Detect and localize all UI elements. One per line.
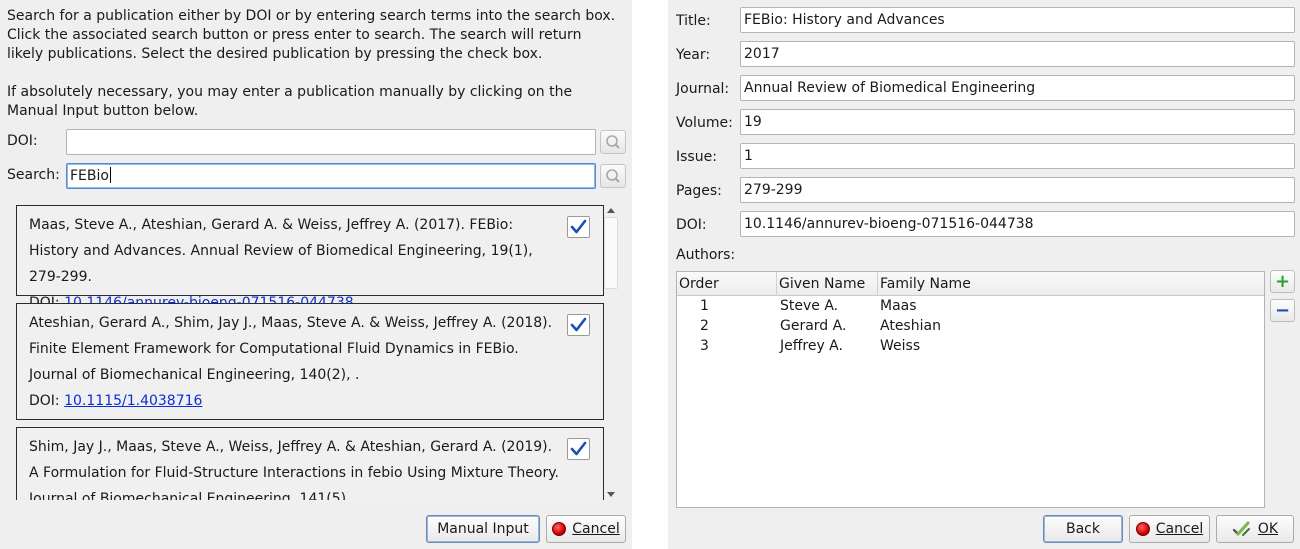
search-input-text: FEBio xyxy=(70,168,109,184)
remove-author-button[interactable]: − xyxy=(1270,299,1295,322)
magnifier-icon xyxy=(606,135,620,149)
search-label: Search: xyxy=(7,167,60,183)
results-scrollbar[interactable] xyxy=(604,205,618,500)
doi-search-button[interactable] xyxy=(600,130,626,154)
green-check-icon xyxy=(1232,521,1250,536)
plus-icon: + xyxy=(1274,270,1291,292)
manual-input-note: If absolutely necessary, you may enter a… xyxy=(7,84,573,119)
author-row[interactable]: 1 Steve A. Maas xyxy=(677,296,1264,316)
result-citation: Ateshian, Gerard A., Shim, Jay J., Maas,… xyxy=(29,315,553,383)
checkmark-icon xyxy=(570,219,587,234)
detail-cancel-button[interactable]: Cancel xyxy=(1129,515,1210,543)
scroll-down-arrow-icon[interactable] xyxy=(607,492,615,497)
issue-field[interactable]: 1 xyxy=(740,143,1295,169)
issue-label: Issue: xyxy=(676,149,717,165)
title-label: Title: xyxy=(676,13,711,29)
scrollbar-thumb[interactable] xyxy=(604,217,618,289)
authors-label: Authors: xyxy=(676,247,736,263)
result-citation: Maas, Steve A., Ateshian, Gerard A. & We… xyxy=(29,217,533,285)
author-given-name: Gerard A. xyxy=(780,318,847,334)
author-family-name: Maas xyxy=(880,298,917,314)
pages-label: Pages: xyxy=(676,183,722,199)
column-header-family-name[interactable]: Family Name xyxy=(878,272,1264,296)
result-doi-line: DOI: 10.1115/1.4038716 xyxy=(29,388,563,414)
result-card: Ateshian, Gerard A., Shim, Jay J., Maas,… xyxy=(16,303,604,420)
result-doi-link[interactable]: 10.1115/1.4038716 xyxy=(64,393,202,409)
search-cancel-button[interactable]: Cancel xyxy=(546,515,626,543)
pages-field[interactable]: 279-299 xyxy=(740,177,1295,203)
journal-label: Journal: xyxy=(676,81,730,97)
minus-icon: − xyxy=(1274,299,1291,321)
search-panel: Search for a publication either by DOI o… xyxy=(0,0,632,549)
authors-table-header: Order Given Name Family Name xyxy=(677,272,1264,296)
scroll-up-arrow-icon[interactable] xyxy=(607,208,615,213)
author-order: 2 xyxy=(700,318,709,334)
search-results-list[interactable]: Maas, Steve A., Ateshian, Gerard A. & We… xyxy=(7,204,619,500)
ok-button[interactable]: OK xyxy=(1216,515,1294,543)
search-input[interactable]: FEBio xyxy=(66,163,596,189)
text-search-button[interactable] xyxy=(600,164,626,188)
cancel-record-icon xyxy=(552,522,567,536)
search-cancel-button-label: Cancel xyxy=(572,521,620,537)
checkmark-icon xyxy=(570,441,587,456)
year-field[interactable]: 2017 xyxy=(740,41,1295,67)
column-header-given-name[interactable]: Given Name xyxy=(777,272,878,296)
doi-detail-label: DOI: xyxy=(676,217,707,233)
search-instructions: Search for a publication either by DOI o… xyxy=(7,8,616,62)
doi-input[interactable] xyxy=(66,129,596,155)
authors-table[interactable]: Order Given Name Family Name 1 Steve A. … xyxy=(676,271,1265,508)
result-doi-prefix: DOI: xyxy=(29,393,65,409)
author-row[interactable]: 3 Jeffrey A. Weiss xyxy=(677,336,1264,356)
result-card: Shim, Jay J., Maas, Steve A., Weiss, Jef… xyxy=(16,427,604,500)
back-button-label: Back xyxy=(1066,521,1100,537)
manual-input-button-label: Manual Input xyxy=(437,521,529,537)
magnifier-icon xyxy=(606,169,620,183)
result-select-checkbox[interactable] xyxy=(567,314,590,336)
author-order: 1 xyxy=(700,298,709,314)
journal-field[interactable]: Annual Review of Biomedical Engineering xyxy=(740,75,1295,101)
author-family-name: Weiss xyxy=(880,338,921,354)
ok-button-label: OK xyxy=(1257,521,1279,537)
manual-input-button[interactable]: Manual Input xyxy=(426,515,540,543)
volume-field[interactable]: 19 xyxy=(740,109,1295,135)
back-button[interactable]: Back xyxy=(1043,515,1123,543)
author-family-name: Ateshian xyxy=(880,318,941,334)
detail-cancel-button-label: Cancel xyxy=(1155,521,1204,537)
author-given-name: Steve A. xyxy=(780,298,839,314)
result-select-checkbox[interactable] xyxy=(567,438,590,460)
result-card: Maas, Steve A., Ateshian, Gerard A. & We… xyxy=(16,205,604,311)
text-caret xyxy=(109,167,111,183)
author-order: 3 xyxy=(700,338,709,354)
volume-label: Volume: xyxy=(676,115,733,131)
result-select-checkbox[interactable] xyxy=(567,216,590,238)
result-citation: Shim, Jay J., Maas, Steve A., Weiss, Jef… xyxy=(29,439,559,500)
checkmark-icon xyxy=(570,317,587,332)
year-label: Year: xyxy=(676,47,711,63)
title-field[interactable]: FEBio: History and Advances xyxy=(740,7,1295,33)
doi-label: DOI: xyxy=(7,133,38,149)
author-row[interactable]: 2 Gerard A. Ateshian xyxy=(677,316,1264,336)
author-given-name: Jeffrey A. xyxy=(780,338,843,354)
column-header-order[interactable]: Order xyxy=(677,272,777,296)
cancel-record-icon xyxy=(1135,522,1150,536)
add-author-button[interactable]: + xyxy=(1270,270,1295,293)
doi-detail-field[interactable]: 10.1146/annurev-bioeng-071516-044738 xyxy=(740,211,1295,237)
